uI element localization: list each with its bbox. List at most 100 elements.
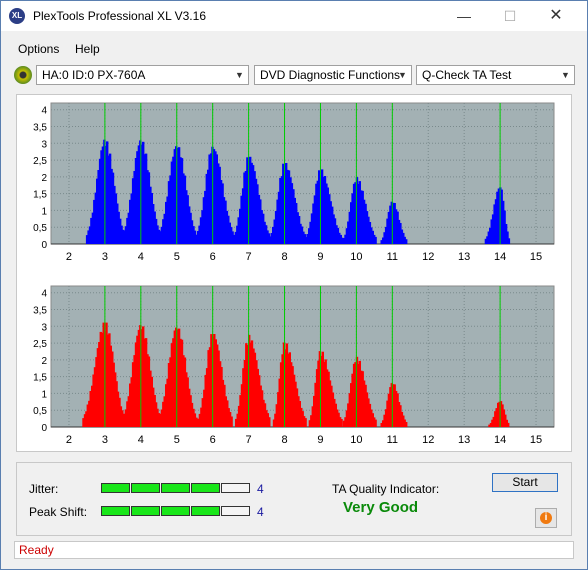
bar <box>268 417 271 427</box>
x-tick-label: 12 <box>422 251 434 263</box>
app-window: XL PlexTools Professional XL V3.16 — ☐ ✕… <box>0 0 588 570</box>
quality-indicator-label: TA Quality Indicator: <box>332 482 440 496</box>
minimize-button[interactable]: — <box>441 1 487 31</box>
x-tick-label: 14 <box>494 434 506 446</box>
chevron-down-icon[interactable]: ▼ <box>231 66 248 84</box>
ta-charts: 00,511,522,533,542 3 4 5 6 7 8 9 10 11 12 13 14 1500,… <box>33 102 555 446</box>
test-select[interactable]: Q-Check TA Test ▼ <box>416 65 575 85</box>
x-tick-label: 6 <box>210 251 216 263</box>
x-tick-label: 4 <box>138 251 144 263</box>
bar <box>507 422 510 427</box>
bar <box>195 417 198 427</box>
x-tick-label: 11 <box>387 251 398 263</box>
x-tick-label: 15 <box>530 434 542 446</box>
bar <box>340 419 343 427</box>
y-tick-label: 0 <box>41 423 47 434</box>
jitter-value: 4 <box>257 482 264 496</box>
meter-segment <box>191 506 220 516</box>
info-button[interactable]: i <box>535 508 557 528</box>
x-tick-label: 5 <box>174 434 180 446</box>
maximize-button[interactable]: ☐ <box>487 1 533 31</box>
y-tick-label: 1 <box>41 206 47 217</box>
bar <box>374 419 377 427</box>
bar <box>304 418 307 427</box>
meter-segment <box>131 506 160 516</box>
x-tick-label: 9 <box>317 251 323 263</box>
peak-shift-label: Peak Shift: <box>29 505 88 519</box>
x-tick-label: 14 <box>494 251 506 263</box>
bar <box>405 422 408 427</box>
y-tick-label: 4 <box>41 106 47 117</box>
x-tick-label: 5 <box>174 251 180 263</box>
chevron-down-icon[interactable]: ▼ <box>394 66 411 84</box>
menu-help[interactable]: Help <box>75 42 100 56</box>
drive-select-value: HA:0 ID:0 PX-760A <box>42 68 146 82</box>
y-tick-label: 1,5 <box>33 373 47 384</box>
results-panel: Jitter: 4 Peak Shift: 4 TA Quality Indic… <box>16 462 572 536</box>
y-tick-label: 0 <box>41 240 47 251</box>
window-title: PlexTools Professional XL V3.16 <box>33 9 206 23</box>
y-tick-label: 2 <box>41 173 47 184</box>
bar <box>230 416 233 427</box>
meter-segment <box>221 483 250 493</box>
function-select-value: DVD Diagnostic Functions <box>260 68 401 82</box>
peak-shift-value: 4 <box>257 505 264 519</box>
x-tick-label: 10 <box>350 434 362 446</box>
y-tick-label: 2 <box>41 356 47 367</box>
y-tick-label: 3 <box>41 139 47 150</box>
bar <box>507 238 511 244</box>
quality-indicator-value: Very Good <box>343 499 419 516</box>
x-tick-label: 9 <box>317 434 323 446</box>
bar <box>405 239 408 244</box>
x-tick-label: 3 <box>102 434 108 446</box>
function-select[interactable]: DVD Diagnostic Functions ▼ <box>254 65 412 85</box>
x-tick-label: 11 <box>387 434 398 446</box>
y-tick-label: 4 <box>41 289 47 300</box>
x-tick-label: 15 <box>530 251 542 263</box>
y-tick-label: 3,5 <box>33 123 47 134</box>
x-tick-label: 2 <box>66 434 72 446</box>
y-tick-label: 1,5 <box>33 190 47 201</box>
x-tick-label: 13 <box>458 251 470 263</box>
bar <box>374 236 377 244</box>
close-button[interactable]: ✕ <box>533 1 579 31</box>
chevron-down-icon[interactable]: ▼ <box>557 66 574 84</box>
x-tick-label: 2 <box>66 251 72 263</box>
y-tick-label: 3,5 <box>33 306 47 317</box>
x-tick-label: 7 <box>246 434 252 446</box>
y-tick-label: 0,5 <box>33 223 47 234</box>
jitter-label: Jitter: <box>29 482 59 496</box>
x-tick-label: 6 <box>210 434 216 446</box>
toolbar: HA:0 ID:0 PX-760A ▼ DVD Diagnostic Funct… <box>1 64 587 88</box>
y-tick-label: 0,5 <box>33 406 47 417</box>
status-bar: Ready <box>14 541 574 559</box>
meter-segment <box>161 483 190 493</box>
meter-segment <box>161 506 190 516</box>
start-button[interactable]: Start <box>492 473 558 492</box>
meter-segment <box>101 483 130 493</box>
y-tick-label: 2,5 <box>33 156 47 167</box>
menu-options[interactable]: Options <box>18 42 59 56</box>
meter-segment <box>191 483 220 493</box>
y-tick-label: 1 <box>41 389 47 400</box>
x-tick-label: 10 <box>350 251 362 263</box>
y-tick-label: 2,5 <box>33 339 47 350</box>
status-text: Ready <box>19 543 54 557</box>
meter-segment <box>101 506 130 516</box>
meter-segment <box>221 506 250 516</box>
charts-panel: 0 0,5 1 1,5 2 2,5 3 3,5 4 2 3 4 5 6 7 8 9 10 11 12 13 14 15 0 0,… <box>16 94 572 452</box>
x-tick-label: 4 <box>138 434 144 446</box>
drive-select[interactable]: HA:0 ID:0 PX-760A ▼ <box>36 65 249 85</box>
test-select-value: Q-Check TA Test <box>422 68 512 82</box>
title-bar: XL PlexTools Professional XL V3.16 — ☐ ✕ <box>1 1 587 31</box>
meter-segment <box>131 483 160 493</box>
x-tick-label: 3 <box>102 251 108 263</box>
chart-lands: 0 0,5 1 1,5 2 2,5 3 3,5 4 2 3 4 5 6 7 8 9 10 11 12 13 14 15 <box>33 102 555 263</box>
x-tick-label: 13 <box>458 434 470 446</box>
x-tick-label: 12 <box>422 434 434 446</box>
info-icon: i <box>540 512 552 524</box>
x-tick-label: 7 <box>246 251 252 263</box>
disc-drive-icon <box>14 66 32 84</box>
app-logo-icon: XL <box>9 8 25 24</box>
y-tick-label: 3 <box>41 322 47 333</box>
